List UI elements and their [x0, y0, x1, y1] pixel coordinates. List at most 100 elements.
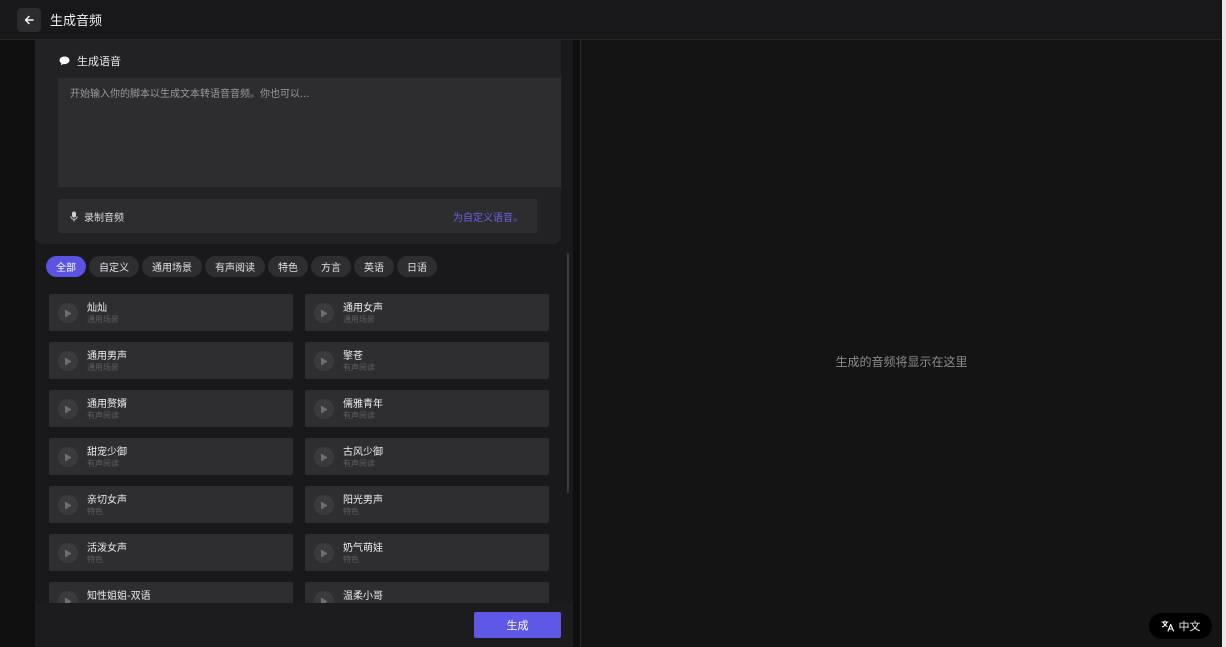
voice-name: 温柔小哥	[343, 591, 383, 602]
voice-category: 通用场景	[87, 315, 119, 324]
voice-name: 古风少御	[343, 447, 383, 458]
record-audio-label: 录制音频	[84, 212, 124, 224]
record-audio-row[interactable]: 录制音频 为自定义语音。	[58, 199, 537, 233]
play-button[interactable]	[314, 495, 334, 515]
voice-name: 通用赘婿	[87, 399, 127, 410]
speech-title: 生成语音	[77, 55, 121, 68]
play-button[interactable]	[58, 303, 78, 323]
play-icon	[321, 453, 328, 461]
play-icon	[321, 405, 328, 413]
voice-category: 有声阅读	[343, 459, 375, 468]
tab-7[interactable]: 日语	[397, 256, 437, 277]
language-label: 中文	[1178, 620, 1201, 633]
voice-card[interactable]: 擎苍 有声阅读	[305, 342, 549, 379]
voice-category: 通用场景	[343, 315, 375, 324]
speech-bubble-icon	[59, 56, 70, 66]
voice-category: 特色	[343, 507, 359, 516]
top-bar: 生成音频	[0, 0, 1222, 40]
left-column: 生成语音 录制音频 为自定义语音。 全部自定义通用场景有声阅读特色方言英语日语 …	[35, 40, 573, 647]
voice-name: 阳光男声	[343, 495, 383, 506]
language-switch-button[interactable]: 中文	[1149, 613, 1212, 639]
voice-card[interactable]: 灿灿 通用场景	[49, 294, 293, 331]
microphone-icon	[70, 211, 78, 221]
play-button[interactable]	[314, 447, 334, 467]
play-button[interactable]	[58, 591, 78, 603]
play-button[interactable]	[58, 351, 78, 371]
voice-name: 奶气萌娃	[343, 543, 383, 554]
voice-category: 特色	[87, 507, 103, 516]
voice-card[interactable]: 通用女声 通用场景	[305, 294, 549, 331]
voice-name: 通用男声	[87, 351, 127, 362]
voice-card[interactable]: 温柔小哥特色	[305, 582, 549, 603]
voice-card[interactable]: 儒雅青年 有声阅读	[305, 390, 549, 427]
play-button[interactable]	[314, 591, 334, 603]
voice-list: 灿灿 通用场景 通用女声 通用场景 通用男声 通用场景 擎苍 有声阅读 通用赘婿 有声阅读 儒雅青年…	[49, 294, 549, 603]
tab-5[interactable]: 方言	[311, 256, 351, 277]
play-icon	[321, 357, 328, 365]
play-button[interactable]	[314, 303, 334, 323]
voice-category: 有声阅读	[87, 459, 119, 468]
voice-list-scrollbar[interactable]	[567, 253, 569, 493]
voice-category: 特色	[87, 555, 103, 564]
voice-card[interactable]: 甜宠少御 有声阅读	[49, 438, 293, 475]
generate-button[interactable]: 生成	[474, 612, 561, 638]
speech-card: 生成语音 录制音频 为自定义语音。	[35, 40, 561, 244]
play-button[interactable]	[314, 399, 334, 419]
voice-name: 灿灿	[87, 303, 107, 314]
play-icon	[65, 357, 72, 365]
play-icon	[65, 501, 72, 509]
play-button[interactable]	[314, 543, 334, 563]
voice-card[interactable]: 亲切女声 特色	[49, 486, 293, 523]
voice-category: 通用场景	[87, 363, 119, 372]
play-button[interactable]	[58, 495, 78, 515]
voice-card[interactable]: 知性姐姐-双语特色	[49, 582, 293, 603]
voice-card[interactable]: 奶气萌娃 特色	[305, 534, 549, 571]
tab-3[interactable]: 有声阅读	[205, 256, 265, 277]
voice-name: 知性姐姐-双语	[87, 591, 151, 602]
voice-card[interactable]: 古风少御 有声阅读	[305, 438, 549, 475]
play-icon	[65, 405, 72, 413]
voice-name: 甜宠少御	[87, 447, 127, 458]
voice-category-tabs: 全部 自定义 通用场景 有声阅读 特色 方言 英语 日语	[46, 256, 437, 277]
translate-icon	[1160, 620, 1174, 632]
page-title: 生成音频	[50, 14, 103, 29]
page-scrollbar[interactable]	[1222, 0, 1226, 647]
voice-card[interactable]: 阳光男声 特色	[305, 486, 549, 523]
voice-category: 有声阅读	[87, 411, 119, 420]
output-panel: 生成的音频将显示在这里	[581, 40, 1222, 647]
bottom-bar: 生成	[35, 603, 573, 647]
speech-header: 生成语音	[59, 53, 121, 69]
tab-6[interactable]: 英语	[354, 256, 394, 277]
play-button[interactable]	[58, 543, 78, 563]
custom-voice-link[interactable]: 为自定义语音。	[453, 209, 523, 224]
voice-card[interactable]: 活泼女声 特色	[49, 534, 293, 571]
play-icon	[321, 309, 328, 317]
tab-0[interactable]: 全部	[46, 256, 86, 277]
play-button[interactable]	[58, 447, 78, 467]
script-textarea[interactable]	[58, 78, 561, 187]
voice-category: 特色	[343, 555, 359, 564]
voice-category: 有声阅读	[343, 363, 375, 372]
voice-name: 通用女声	[343, 303, 383, 314]
voice-name: 活泼女声	[87, 543, 127, 554]
tab-1[interactable]: 自定义	[89, 256, 139, 277]
tab-4[interactable]: 特色	[268, 256, 308, 277]
tab-2[interactable]: 通用场景	[142, 256, 202, 277]
play-icon	[65, 309, 72, 317]
voice-card[interactable]: 通用赘婿 有声阅读	[49, 390, 293, 427]
back-button[interactable]	[17, 7, 41, 32]
voice-name: 儒雅青年	[343, 399, 383, 410]
voice-card[interactable]: 通用男声 通用场景	[49, 342, 293, 379]
play-icon	[321, 501, 328, 509]
voice-category: 有声阅读	[343, 411, 375, 420]
play-button[interactable]	[58, 399, 78, 419]
play-icon	[321, 549, 328, 557]
play-button[interactable]	[314, 351, 334, 371]
arrow-left-icon	[24, 15, 34, 24]
voice-name: 擎苍	[343, 351, 363, 362]
voice-name: 亲切女声	[87, 495, 127, 506]
play-icon	[65, 453, 72, 461]
empty-output-message: 生成的音频将显示在这里	[835, 355, 968, 369]
left-panel: 生成语音 录制音频 为自定义语音。 全部自定义通用场景有声阅读特色方言英语日语 …	[0, 40, 580, 647]
play-icon	[65, 549, 72, 557]
